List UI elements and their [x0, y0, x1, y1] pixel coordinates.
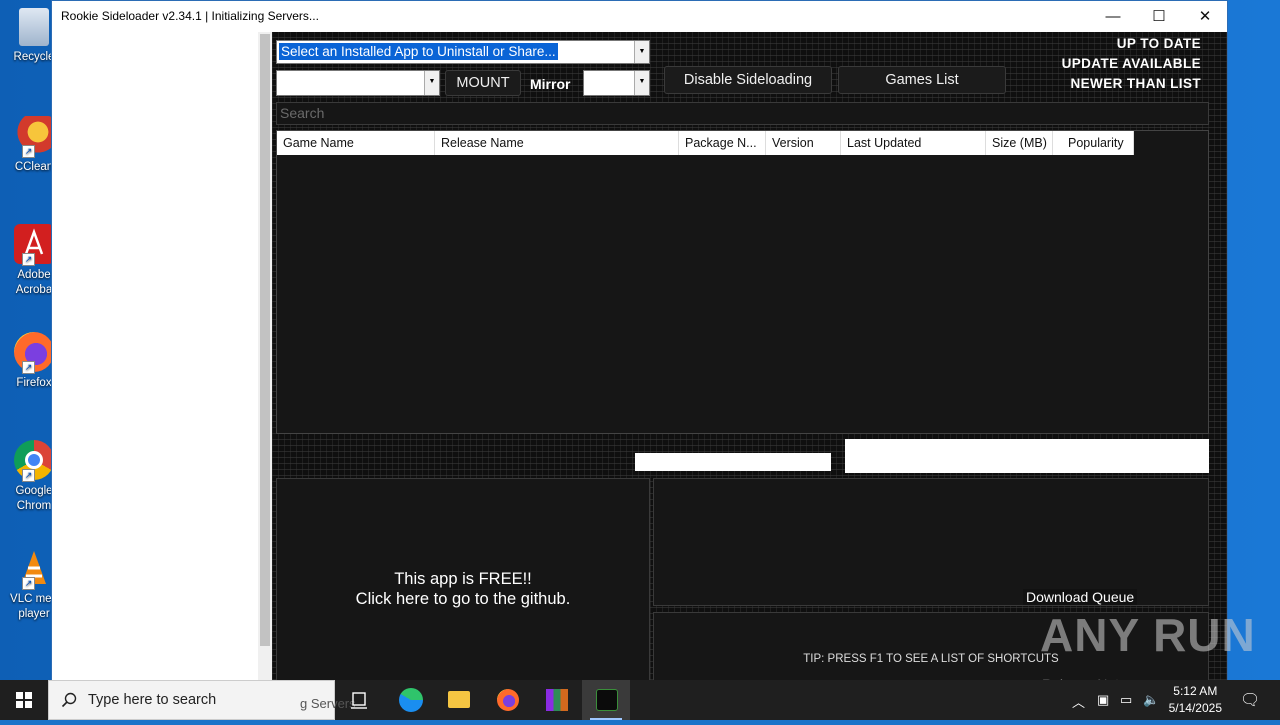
shortcut-arrow-icon: ↗ [22, 469, 35, 482]
edge-icon [399, 688, 423, 712]
github-link-text[interactable]: Click here to go to the github. [277, 589, 649, 609]
chevron-down-icon[interactable]: ▼ [424, 71, 439, 95]
taskbar-clock[interactable]: 5:12 AM 5/14/2025 [1169, 683, 1222, 717]
taskbar-search-box[interactable]: Type here to search [48, 680, 335, 720]
vertical-scrollbar[interactable] [258, 32, 272, 680]
progress-bar [635, 453, 831, 471]
clock-time: 5:12 AM [1173, 684, 1218, 698]
disable-sideloading-button[interactable]: Disable Sideloading [664, 66, 832, 94]
taskbar-rookie-sideloader[interactable] [582, 680, 630, 720]
recycle-bin-icon [19, 8, 49, 46]
close-button[interactable]: ✕ [1182, 1, 1228, 32]
left-pane [52, 32, 258, 680]
free-app-text: This app is FREE!! [394, 570, 532, 588]
firefox-icon [497, 689, 519, 711]
games-table-header: Game Name Release Name Package N... Vers… [277, 131, 1134, 155]
volume-icon[interactable]: 🔈 [1143, 692, 1159, 708]
status-newer-than-list: NEWER THAN LIST [1070, 76, 1201, 91]
folder-icon [448, 691, 470, 708]
column-header-last-updated[interactable]: Last Updated [841, 131, 986, 155]
status-up-to-date: UP TO DATE [1116, 36, 1201, 51]
adobe-acrobat-icon: ↗ [14, 224, 54, 266]
mount-button[interactable]: MOUNT [445, 70, 521, 96]
taskbar-edge[interactable] [387, 680, 435, 720]
device-icon[interactable]: ▣ [1097, 692, 1109, 708]
scrollbar-thumb[interactable] [260, 34, 270, 646]
taskbar: Type here to search g Servers ︿ ▣ ▭ 🔈 5:… [0, 680, 1280, 720]
ccleaner-icon: ↗ [14, 116, 54, 158]
search-input[interactable]: Search [276, 102, 1209, 125]
column-header-popularity[interactable]: Popularity [1053, 131, 1134, 155]
firefox-icon: ↗ [14, 332, 54, 374]
taskbar-file-explorer[interactable] [435, 680, 483, 720]
github-link-panel[interactable]: This app is FREE!! Click here to go to t… [276, 478, 650, 688]
title-bar[interactable]: Rookie Sideloader v2.34.1 | Initializing… [52, 1, 1227, 32]
winrar-icon [546, 689, 568, 711]
anyrun-watermark: ANY RUN [1040, 608, 1256, 662]
installed-apps-selected-text: Select an Installed App to Uninstall or … [279, 43, 558, 60]
clock-date: 5/14/2025 [1168, 701, 1222, 715]
watermark-text: ANY RUN [1040, 609, 1256, 661]
games-list-button[interactable]: Games List [838, 66, 1006, 94]
chevron-down-icon[interactable]: ▼ [634, 71, 649, 95]
shortcut-arrow-icon: ↗ [22, 361, 35, 374]
column-header-size[interactable]: Size (MB) [986, 131, 1053, 155]
column-header-version[interactable]: Version [766, 131, 841, 155]
taskbar-firefox[interactable] [484, 680, 532, 720]
mirror-combobox[interactable]: ▼ [583, 70, 650, 96]
download-queue-panel[interactable] [653, 478, 1209, 606]
windows-logo-icon [16, 692, 32, 708]
shortcut-arrow-icon: ↗ [22, 145, 35, 158]
column-header-game-name[interactable]: Game Name [277, 131, 435, 155]
maximize-button[interactable]: ☐ [1136, 1, 1182, 32]
mirror-label: Mirror [530, 76, 571, 92]
search-icon [61, 692, 77, 708]
device-combobox[interactable]: ▼ [276, 70, 440, 96]
rookie-sideloader-icon [596, 689, 618, 711]
games-table[interactable]: Game Name Release Name Package N... Vers… [276, 130, 1209, 434]
chrome-icon: ↗ [14, 440, 54, 482]
status-text-box [845, 439, 1209, 473]
task-view-icon [351, 692, 367, 709]
rookie-sideloader-window: Rookie Sideloader v2.34.1 | Initializing… [51, 0, 1228, 692]
minimize-button[interactable]: — [1090, 1, 1136, 32]
installed-apps-combobox[interactable]: Select an Installed App to Uninstall or … [276, 40, 650, 64]
status-update-available: UPDATE AVAILABLE [1061, 56, 1201, 71]
shortcut-arrow-icon: ↗ [22, 253, 35, 266]
sideloader-main-panel: Select an Installed App to Uninstall or … [272, 32, 1227, 692]
download-queue-label: Download Queue [1023, 589, 1138, 605]
window-client-area: Select an Installed App to Uninstall or … [52, 32, 1227, 692]
taskbar-winrar[interactable] [533, 680, 581, 720]
chevron-up-icon[interactable]: ︿ [1072, 692, 1085, 711]
taskbar-search-placeholder: Type here to search [88, 692, 217, 708]
column-header-release-name[interactable]: Release Name [435, 131, 679, 155]
vlc-icon: ↗ [14, 548, 54, 590]
chevron-down-icon[interactable]: ▼ [634, 41, 649, 63]
task-view-button[interactable] [336, 680, 384, 720]
start-button[interactable] [0, 680, 48, 720]
window-title: Rookie Sideloader v2.34.1 | Initializing… [61, 9, 319, 23]
network-icon[interactable]: ▭ [1120, 692, 1132, 708]
notifications-icon[interactable]: 🗨 [1240, 690, 1260, 710]
column-header-package-name[interactable]: Package N... [679, 131, 766, 155]
shortcut-arrow-icon: ↗ [22, 577, 35, 590]
